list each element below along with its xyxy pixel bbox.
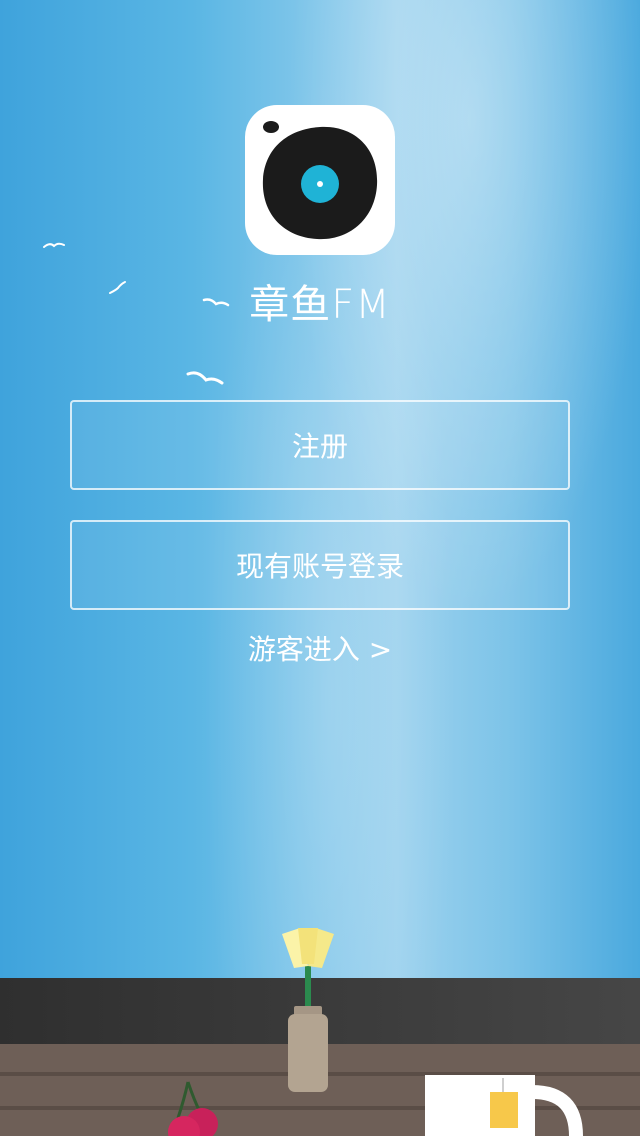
- desk-scene: [168, 928, 583, 1136]
- cherry-icon: [168, 1081, 218, 1136]
- tea-cup-icon: [425, 1075, 583, 1136]
- welcome-screen: 章鱼FM 注册 现有账号登录 游客进入 >: [0, 0, 640, 1136]
- flower-vase-icon: [282, 928, 334, 1092]
